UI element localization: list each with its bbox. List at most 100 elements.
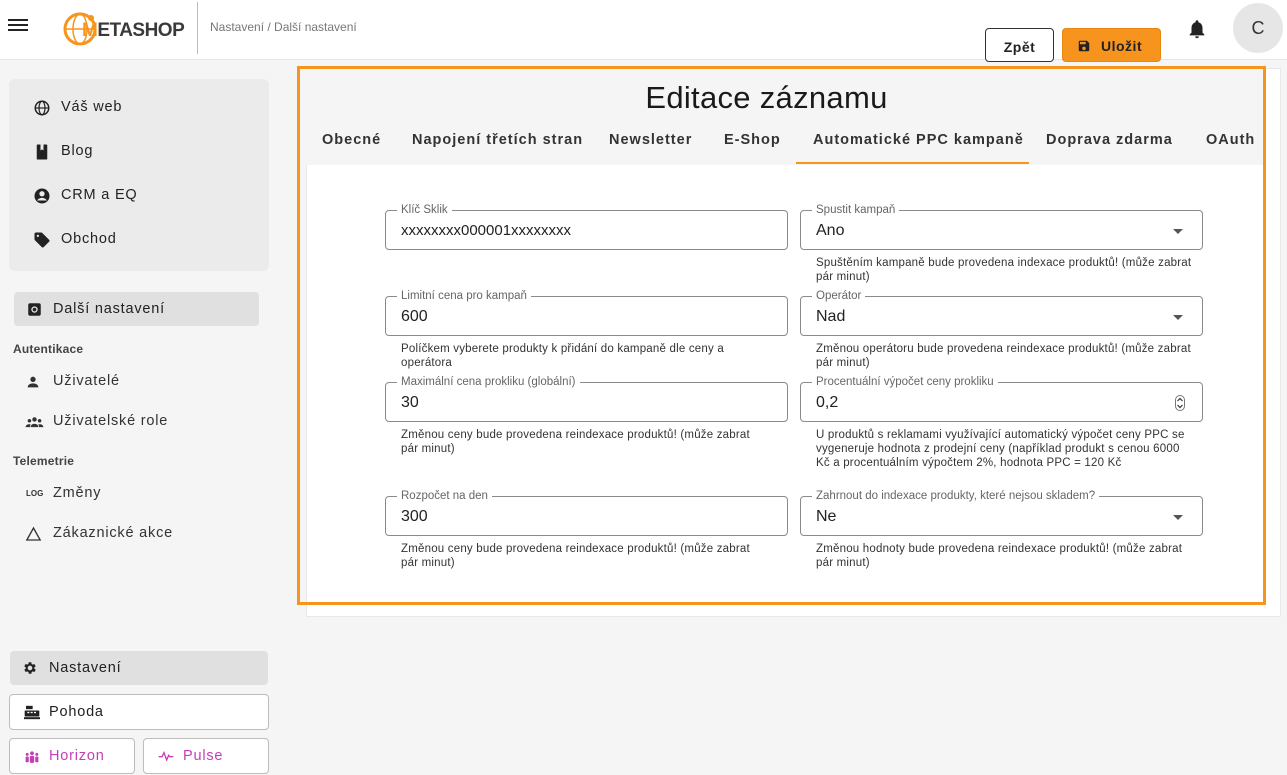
sidebar-item-uzivatele[interactable]: Uživatelé	[25, 371, 225, 393]
pohoda-button-label: Pohoda	[49, 704, 104, 720]
user-avatar[interactable]: C	[1233, 3, 1283, 53]
daily-budget-field[interactable]: Rozpočet na den 300	[385, 489, 788, 536]
back-button[interactable]: Zpět	[985, 28, 1054, 62]
horizon-button[interactable]: Horizon	[9, 738, 135, 774]
field-label: Operátor	[812, 289, 866, 303]
number-stepper-icon[interactable]	[1175, 395, 1185, 411]
settings-button-label: Nastavení	[49, 660, 122, 676]
settings-button[interactable]: Nastavení	[10, 651, 268, 685]
tab-obecne[interactable]: Obecné	[322, 132, 381, 148]
active-tab-indicator	[796, 162, 1029, 164]
max-click-price-help: Změnou ceny bude provedena reindexace pr…	[401, 429, 750, 455]
top-bar: METASHOP Nastavení / Další nastavení Zpě…	[0, 0, 1287, 62]
chevron-down-icon	[1173, 515, 1183, 520]
sidebar-item-label: Váš web	[61, 99, 123, 115]
notifications-bell-icon[interactable]	[1186, 17, 1208, 46]
floppy-disk-icon	[1078, 40, 1090, 52]
section-heading-telemetrie: Telemetrie	[13, 454, 75, 468]
cash-register-icon	[24, 705, 40, 720]
save-button[interactable]: Uložit	[1062, 28, 1161, 62]
field-label: Maximální cena prokliku (globální)	[397, 375, 580, 389]
edit-record-panel: Editace záznamu Obecné Napojení třetích …	[297, 66, 1266, 605]
sidebar-item-dalsi-nastaveni[interactable]: Další nastavení	[14, 292, 259, 326]
sidebar-item-label: Změny	[53, 485, 102, 501]
page-title: Editace záznamu	[645, 80, 888, 115]
sidebar-item-vas-web[interactable]: Váš web	[33, 96, 233, 120]
field-value: 300	[401, 508, 428, 525]
field-label: Klíč Sklik	[397, 203, 452, 217]
field-label: Spustit kampaň	[812, 203, 900, 217]
sidebar-item-label: Blog	[61, 143, 94, 159]
daily-budget-help: Změnou ceny bude provedena reindexace pr…	[401, 543, 750, 569]
sidebar-item-obchod[interactable]: Obchod	[33, 228, 233, 252]
percent-click-price-field[interactable]: Procentuální výpočet ceny prokliku 0,2	[800, 375, 1203, 422]
person-icon	[27, 376, 39, 388]
sidebar-item-uzivatelske-role[interactable]: Uživatelské role	[25, 411, 225, 433]
people-group-icon	[25, 417, 44, 428]
pulse-button[interactable]: Pulse	[143, 738, 269, 774]
sidebar-item-label: Obchod	[61, 231, 117, 247]
operator-help: Změnou operátoru bude provedena reindexa…	[816, 343, 1191, 369]
sidebar-item-label: Uživatelé	[53, 373, 120, 389]
bookmark-book-icon	[36, 144, 48, 160]
metashop-logo[interactable]: METASHOP	[60, 9, 188, 49]
sidebar-item-crm[interactable]: CRM a EQ	[33, 184, 233, 208]
field-label: Limitní cena pro kampaň	[397, 289, 531, 303]
horizon-button-label: Horizon	[49, 748, 105, 764]
tag-icon	[34, 232, 50, 248]
sidebar-item-blog[interactable]: Blog	[33, 140, 233, 164]
limit-price-field[interactable]: Limitní cena pro kampaň 600	[385, 289, 788, 336]
sidebar-item-label: Uživatelské role	[53, 413, 169, 429]
percent-click-price-help: U produktů s reklamami využívající autom…	[816, 429, 1185, 469]
pulse-button-label: Pulse	[183, 748, 224, 764]
logo-text: METASHOP	[82, 20, 185, 41]
tab-oauth[interactable]: OAuth	[1206, 132, 1255, 148]
triangle-icon	[25, 526, 42, 541]
field-label: Procentuální výpočet ceny prokliku	[812, 375, 998, 389]
sidebar-item-label: CRM a EQ	[61, 187, 138, 203]
field-value: 0,2	[816, 394, 839, 411]
field-value: Ano	[816, 222, 845, 239]
sidebar: Váš web Blog CRM a EQ Obchod Další nasta…	[0, 61, 285, 775]
log-icon: LOG	[26, 489, 44, 498]
save-button-label: Uložit	[1101, 38, 1143, 54]
tab-newsletter[interactable]: Newsletter	[609, 132, 692, 148]
field-value: 600	[401, 308, 428, 325]
pohoda-button[interactable]: Pohoda	[9, 694, 269, 730]
sklik-key-field[interactable]: Klíč Sklik xxxxxxxx000001xxxxxxxx	[385, 203, 788, 250]
panel-header: Editace záznamu Obecné Napojení třetích …	[300, 69, 1263, 165]
globe-icon	[34, 100, 50, 116]
sidebar-item-label: Další nastavení	[53, 301, 165, 317]
heartbeat-pulse-icon	[158, 750, 174, 762]
section-heading-autentikace: Autentikace	[13, 342, 84, 356]
settings-box-icon	[28, 303, 41, 316]
field-label: Zahrnout do indexace produkty, které nej…	[812, 489, 1100, 503]
sidebar-item-zmeny[interactable]: LOG Změny	[25, 483, 225, 505]
people-group-icon	[25, 751, 39, 763]
gear-icon	[24, 662, 36, 674]
sidebar-main-menu: Váš web Blog CRM a EQ Obchod	[9, 79, 269, 271]
chevron-down-icon	[1173, 229, 1183, 234]
field-value: Ne	[816, 508, 837, 525]
field-label: Rozpočet na den	[397, 489, 492, 503]
tab-doprava-zdarma[interactable]: Doprava zdarma	[1046, 132, 1173, 148]
menu-icon[interactable]	[8, 17, 28, 37]
field-value: 30	[401, 394, 419, 411]
max-click-price-field[interactable]: Maximální cena prokliku (globální) 30	[385, 375, 788, 422]
sidebar-item-zakaznicke-akce[interactable]: Zákaznické akce	[25, 523, 225, 545]
operator-select[interactable]: Operátor Nad	[800, 289, 1203, 336]
tab-napojeni-tretich-stran[interactable]: Napojení třetích stran	[412, 132, 583, 148]
chevron-down-icon	[1173, 315, 1183, 320]
include-out-of-stock-help: Změnou hodnoty bude provedena reindexace…	[816, 543, 1183, 569]
field-value: xxxxxxxx000001xxxxxxxx	[401, 222, 572, 239]
tab-automaticke-ppc-kampane[interactable]: Automatické PPC kampaně	[813, 132, 1024, 148]
limit-price-help: Políčkem vyberete produkty k přidání do …	[401, 343, 724, 369]
account-circle-icon	[34, 188, 50, 204]
tab-e-shop[interactable]: E-Shop	[724, 132, 781, 148]
breadcrumb: Nastavení / Další nastavení	[210, 20, 357, 34]
header-divider	[197, 2, 198, 54]
include-out-of-stock-select[interactable]: Zahrnout do indexace produkty, které nej…	[800, 489, 1203, 536]
tab-bar: Obecné Napojení třetích stran Newsletter…	[300, 122, 1263, 165]
start-campaign-select[interactable]: Spustit kampaň Ano	[800, 203, 1203, 250]
start-campaign-help: Spuštěním kampaně bude provedena indexac…	[816, 257, 1192, 283]
